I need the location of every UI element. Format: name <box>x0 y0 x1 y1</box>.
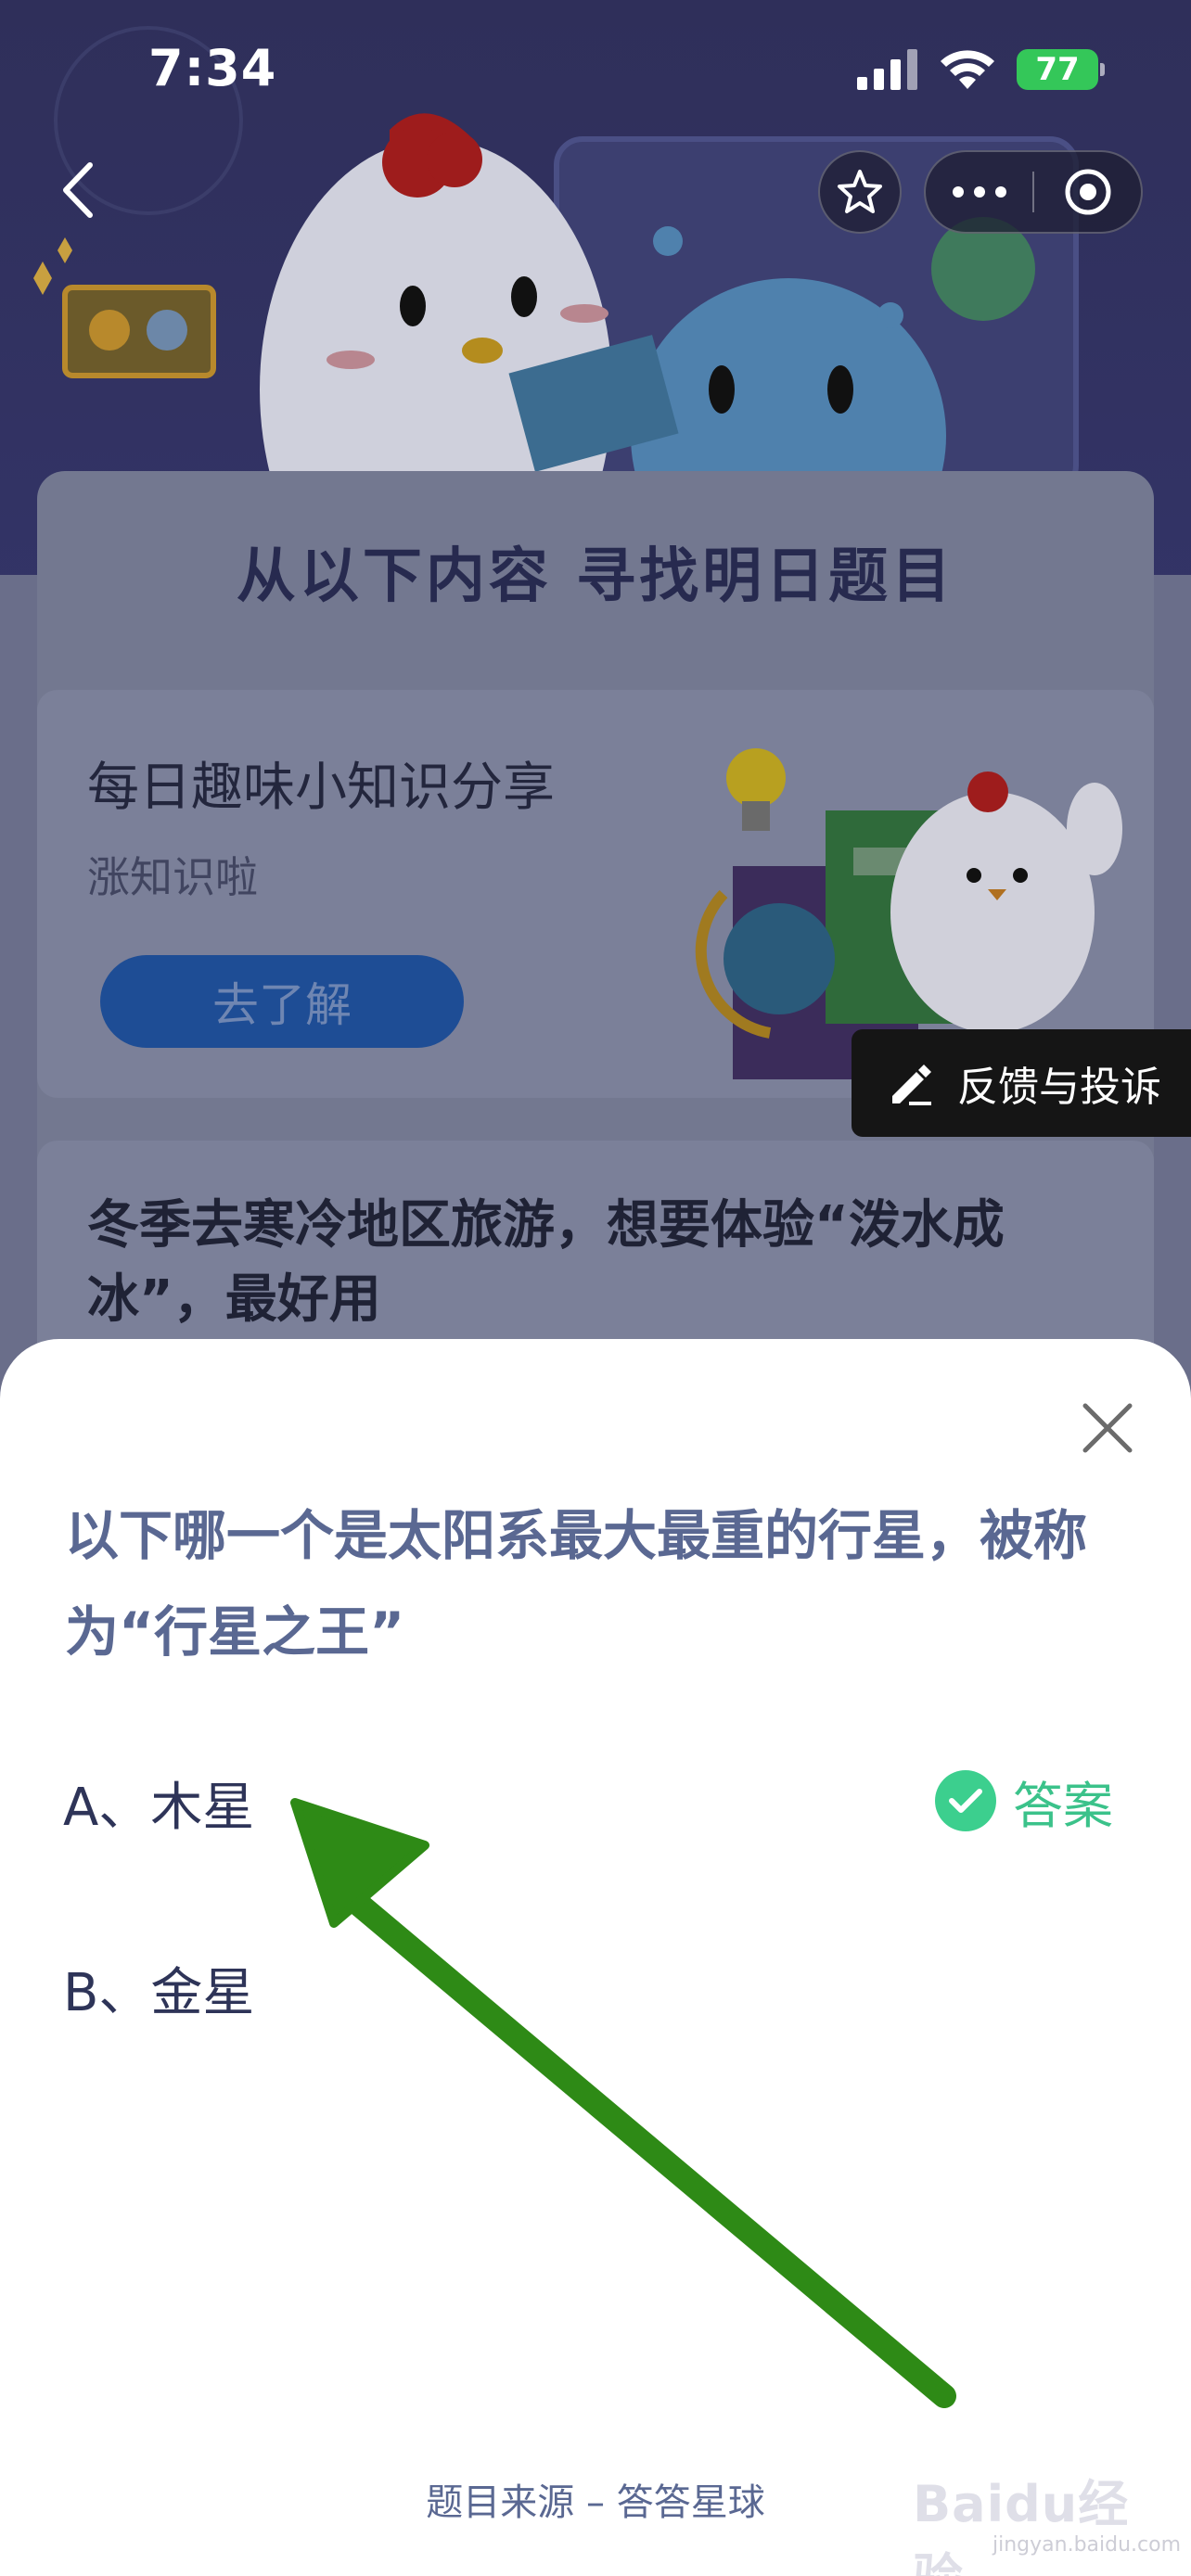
status-icons: 77 <box>857 46 1105 93</box>
battery-level: 77 <box>1035 51 1080 88</box>
status-time: 7:34 <box>148 39 277 97</box>
close-icon <box>1082 1403 1133 1453</box>
baidu-watermark: Baidu经验 jingyan.baidu.com <box>913 2444 1181 2576</box>
more-dots-icon <box>952 186 1006 198</box>
back-button[interactable] <box>45 158 109 223</box>
close-miniapp-button[interactable] <box>1034 150 1141 234</box>
chevron-left-icon <box>63 162 93 218</box>
watermark-main: Baidu经验 <box>913 2475 1130 2576</box>
signal-icon <box>857 49 917 90</box>
feedback-label: 反馈与投诉 <box>957 1064 1161 1111</box>
watermark-sub: jingyan.baidu.com <box>992 2533 1182 2557</box>
close-button[interactable] <box>1074 1395 1141 1461</box>
star-icon <box>838 170 882 213</box>
edit-icon <box>892 1065 931 1105</box>
answer-badge: 答案 <box>935 1766 1113 1836</box>
check-icon <box>935 1770 996 1831</box>
feedback-button[interactable]: 反馈与投诉 <box>852 1029 1191 1137</box>
question-card-text: 冬季去寒冷地区旅游，想要体验“泼水成冰”，最好用 <box>87 1195 1005 1330</box>
answer-label: 答案 <box>1013 1776 1113 1835</box>
wifi-icon <box>941 50 994 89</box>
status-bar: 7:34 77 <box>0 0 1191 139</box>
option-b[interactable]: B、金星 <box>63 1951 254 2026</box>
target-icon <box>1065 169 1110 215</box>
section-title: 从以下内容 寻找明日题目 <box>236 542 955 611</box>
promo-subtitle: 涨知识啦 <box>87 852 258 902</box>
miniapp-capsule <box>924 150 1143 234</box>
option-a[interactable]: A、木星 <box>63 1766 254 1841</box>
sheet-question: 以下哪一个是太阳系最大最重的行星，被称为“行星之王” <box>65 1504 1088 1664</box>
promo-title: 每日趣味小知识分享 <box>87 758 555 818</box>
learn-more-button[interactable]: 去了解 <box>100 955 464 1048</box>
more-button[interactable] <box>926 150 1032 234</box>
answer-sheet: 以下哪一个是太阳系最大最重的行星，被称为“行星之王” A、木星 答案 B、金星 … <box>0 1339 1191 2576</box>
favorite-button[interactable] <box>818 150 902 234</box>
battery-indicator: 77 <box>1017 49 1105 90</box>
